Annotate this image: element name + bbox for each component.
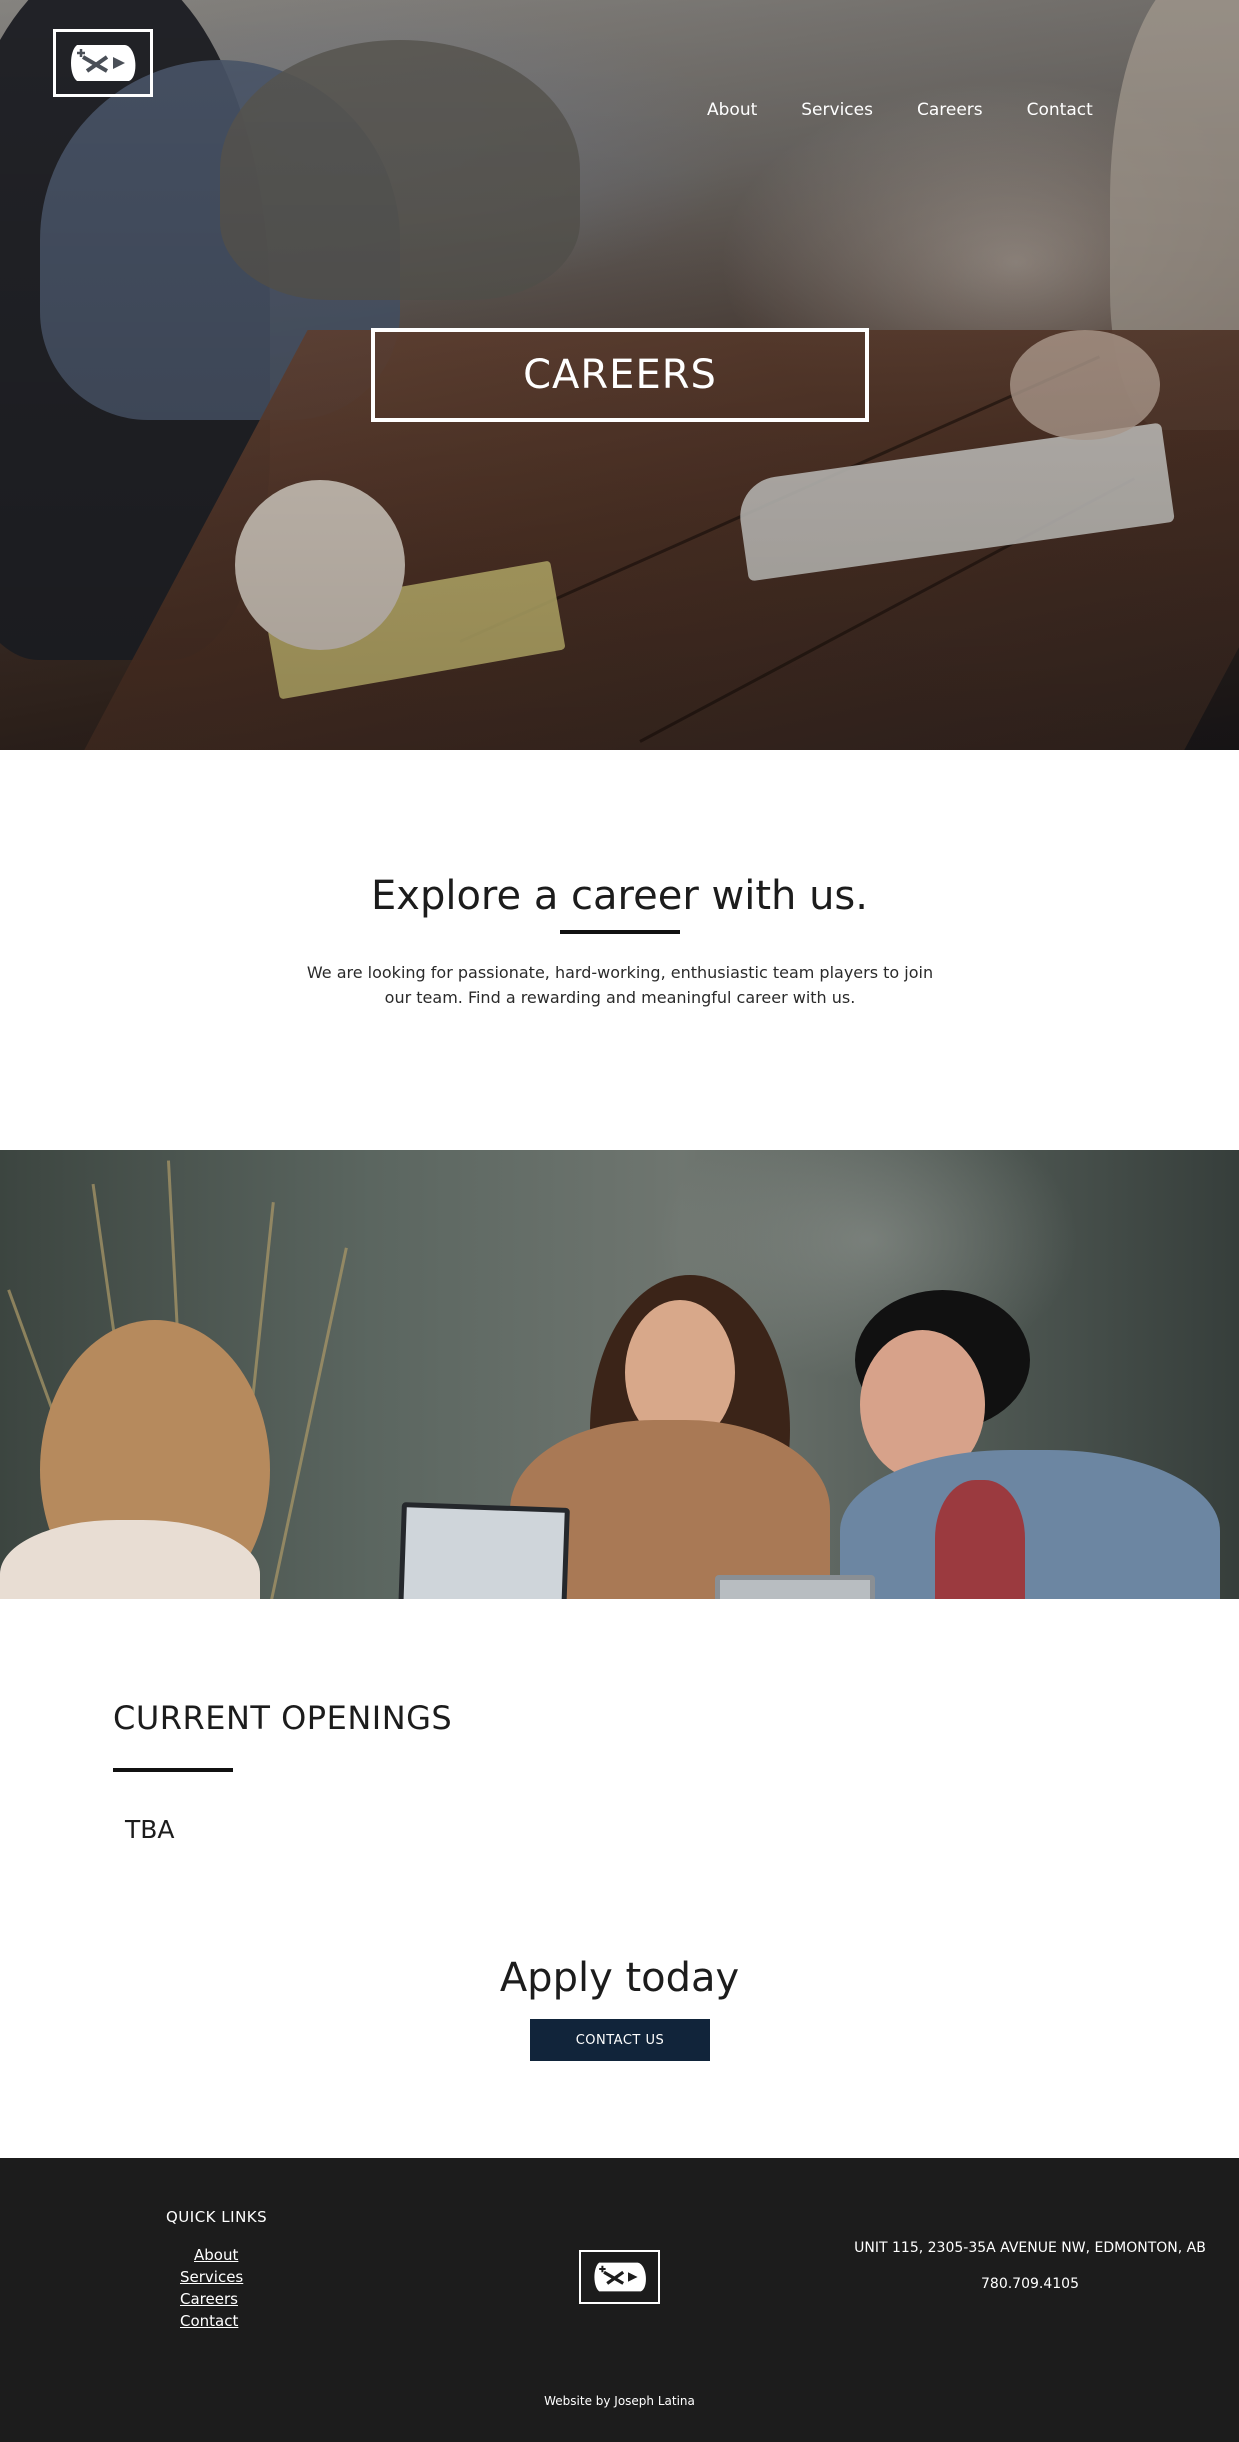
team-photo-person-body xyxy=(840,1450,1220,1599)
nav-link-services[interactable]: Services xyxy=(801,100,873,120)
main-nav: About Services Careers Contact xyxy=(707,100,1137,120)
quick-links-title: QUICK LINKS xyxy=(166,2208,268,2226)
site-footer: QUICK LINKS About Services Careers Conta… xyxy=(0,2158,1239,2442)
hero-section: About Services Careers Contact CAREERS xyxy=(0,0,1239,750)
footer-link-services[interactable]: Services xyxy=(180,2268,243,2286)
footer-link-about[interactable]: About xyxy=(194,2246,238,2264)
team-photo-plant xyxy=(270,1247,348,1599)
footer-address: UNIT 115, 2305-35A AVENUE NW, EDMONTON, … xyxy=(854,2240,1206,2256)
apply-section: Apply today CONTACT US xyxy=(0,1940,1239,2098)
footer-link-careers[interactable]: Careers xyxy=(180,2290,238,2308)
list-item: Careers xyxy=(180,2290,243,2312)
logo-link[interactable] xyxy=(53,29,153,97)
heading-underline xyxy=(560,930,680,934)
contact-us-button[interactable]: CONTACT US xyxy=(530,2019,710,2061)
explore-body: We are looking for passionate, hard-work… xyxy=(306,963,934,1007)
footer-logo-link[interactable] xyxy=(579,2250,660,2304)
nav-link-careers[interactable]: Careers xyxy=(917,100,983,120)
openings-section: CURRENT OPENINGS TBA xyxy=(0,1599,1239,1899)
nav-link-about[interactable]: About xyxy=(707,100,757,120)
footer-link-contact[interactable]: Contact xyxy=(180,2312,238,2330)
team-photo-laptop xyxy=(398,1502,570,1599)
heading-underline xyxy=(113,1768,233,1772)
hero-title-frame: CAREERS xyxy=(371,328,869,422)
openings-status: TBA xyxy=(125,1815,175,1844)
team-photo xyxy=(0,1150,1239,1599)
openings-heading: CURRENT OPENINGS xyxy=(113,1699,453,1737)
list-item: Services xyxy=(180,2268,243,2290)
team-photo-laptop xyxy=(715,1575,875,1599)
team-photo-person-shirt xyxy=(935,1480,1025,1599)
list-item: Contact xyxy=(180,2312,243,2334)
list-item: About xyxy=(180,2246,243,2268)
explore-section: Explore a career with us. We are looking… xyxy=(0,750,1239,1150)
hero-title: CAREERS xyxy=(523,352,717,398)
quick-links-list: About Services Careers Contact xyxy=(180,2246,243,2334)
footer-phone[interactable]: 780.709.4105 xyxy=(840,2276,1220,2292)
apply-heading: Apply today xyxy=(499,1955,740,2001)
brand-logo-icon xyxy=(593,2262,646,2292)
explore-heading: Explore a career with us. xyxy=(371,873,868,919)
brand-logo-icon xyxy=(71,45,136,81)
footer-credit: Website by Joseph Latina xyxy=(544,2394,695,2408)
nav-link-contact[interactable]: Contact xyxy=(1027,100,1093,120)
